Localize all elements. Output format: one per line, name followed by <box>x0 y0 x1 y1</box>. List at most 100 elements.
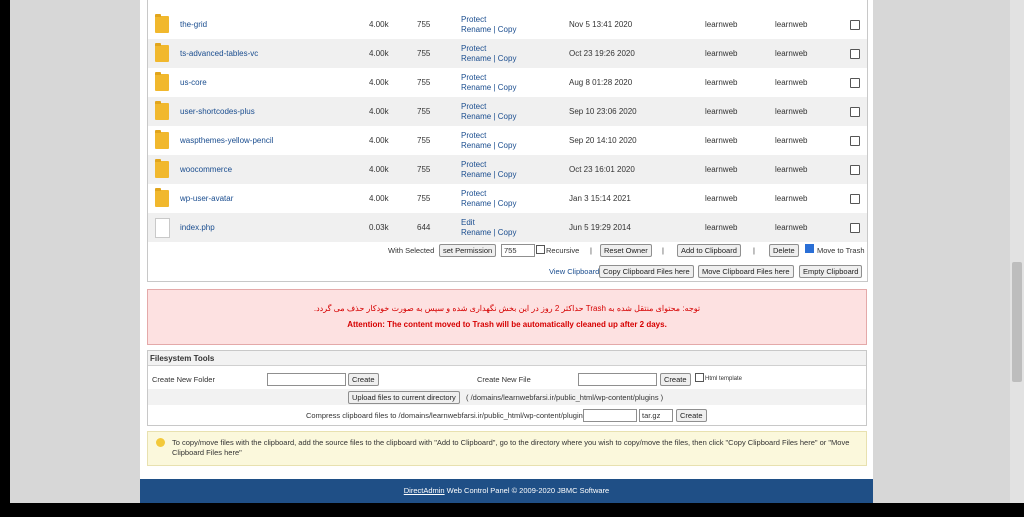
scrollbar-track[interactable] <box>1010 0 1024 503</box>
new-file-input[interactable] <box>578 373 657 386</box>
move-clipboard-files-button[interactable]: Move Clipboard Files here <box>698 265 794 278</box>
file-size: 4.00k <box>369 165 389 174</box>
file-date: Oct 23 19:26 2020 <box>569 49 635 58</box>
compress-label: Compress clipboard files to /domains/lea… <box>306 411 587 420</box>
file-icon <box>155 218 170 238</box>
protect-link[interactable]: Protect <box>461 189 486 198</box>
bottom-edge <box>0 503 1024 517</box>
file-size: 0.03k <box>369 223 389 232</box>
file-permission[interactable]: 755 <box>417 39 430 68</box>
file-permission[interactable]: 755 <box>417 184 430 213</box>
file-name-link[interactable]: waspthemes-yellow-pencil <box>180 126 273 155</box>
recursive-checkbox[interactable] <box>536 245 545 254</box>
file-permission[interactable]: 644 <box>417 213 430 242</box>
file-name-link[interactable]: ts-advanced-tables-vc <box>180 39 258 68</box>
copy-clipboard-files-button[interactable]: Copy Clipboard Files here <box>599 265 694 278</box>
file-actions: Protect Rename | Copy <box>461 102 517 121</box>
copy-link[interactable]: Copy <box>498 170 517 179</box>
new-folder-input[interactable] <box>267 373 346 386</box>
create-file-button[interactable]: Create <box>660 373 691 386</box>
file-owner: learnweb <box>705 165 738 174</box>
copy-link[interactable]: Copy <box>498 112 517 121</box>
file-permission[interactable]: 755 <box>417 10 430 39</box>
rename-link[interactable]: Rename <box>461 83 491 92</box>
table-row: the-grid 4.00k 755 Protect Rename | Copy … <box>148 10 867 39</box>
file-permission[interactable]: 755 <box>417 68 430 97</box>
file-permission[interactable]: 755 <box>417 97 430 126</box>
compress-format-select[interactable]: tar.gz <box>639 409 673 422</box>
move-to-trash-checkbox[interactable] <box>805 244 814 253</box>
left-edge <box>0 0 10 517</box>
compress-name-input[interactable] <box>583 409 637 422</box>
folder-icon <box>155 43 169 62</box>
scrollbar-thumb[interactable] <box>1012 262 1022 382</box>
copy-link[interactable]: Copy <box>498 54 517 63</box>
rename-link[interactable]: Rename <box>461 170 491 179</box>
trash-warning-box: توجه: محتوای منتقل شده به Trash حداکثر 2… <box>147 289 867 345</box>
file-name-link[interactable]: woocommerce <box>180 155 232 184</box>
file-owner: learnweb <box>705 49 738 58</box>
reset-owner-button[interactable]: Reset Owner <box>600 244 652 257</box>
row-checkbox[interactable] <box>850 165 860 175</box>
file-group: learnweb <box>775 223 808 232</box>
file-name-link[interactable]: us-core <box>180 68 207 97</box>
copy-link[interactable]: Copy <box>498 199 517 208</box>
warning-text-en: Attention: The content moved to Trash wi… <box>347 320 667 329</box>
protect-link[interactable]: Protect <box>461 73 486 82</box>
edit-link[interactable]: Edit <box>461 218 475 227</box>
copy-link[interactable]: Copy <box>498 25 517 34</box>
file-permission[interactable]: 755 <box>417 155 430 184</box>
clipboard-tip: To copy/move files with the clipboard, a… <box>147 431 867 466</box>
table-row: wp-user-avatar 4.00k 755 Protect Rename |… <box>148 184 867 213</box>
row-checkbox[interactable] <box>850 78 860 88</box>
rename-link[interactable]: Rename <box>461 141 491 150</box>
file-name-link[interactable]: wp-user-avatar <box>180 184 233 213</box>
row-checkbox[interactable] <box>850 194 860 204</box>
protect-link[interactable]: Protect <box>461 15 486 24</box>
current-path: ( /domains/learnwebfarsi.ir/public_html/… <box>466 393 664 402</box>
copy-link[interactable]: Copy <box>498 83 517 92</box>
copy-link[interactable]: Copy <box>498 141 517 150</box>
permission-input[interactable]: 755 <box>501 244 535 257</box>
file-actions: Protect Rename | Copy <box>461 15 517 34</box>
file-group: learnweb <box>775 194 808 203</box>
rename-link[interactable]: Rename <box>461 112 491 121</box>
file-size: 4.00k <box>369 49 389 58</box>
copy-link[interactable]: Copy <box>498 228 517 237</box>
file-permission[interactable]: 755 <box>417 126 430 155</box>
row-checkbox[interactable] <box>850 20 860 30</box>
protect-link[interactable]: Protect <box>461 131 486 140</box>
file-name-link[interactable]: user-shortcodes-plus <box>180 97 255 126</box>
row-checkbox[interactable] <box>850 136 860 146</box>
directadmin-link[interactable]: DirectAdmin <box>404 486 445 495</box>
file-name-link[interactable]: index.php <box>180 213 215 242</box>
table-row: user-shortcodes-plus 4.00k 755 Protect Re… <box>148 97 867 126</box>
upload-files-button[interactable]: Upload files to current directory <box>348 391 460 404</box>
file-actions: Edit Rename | Copy <box>461 218 517 237</box>
row-checkbox[interactable] <box>850 49 860 59</box>
file-actions: Protect Rename | Copy <box>461 44 517 63</box>
compress-create-button[interactable]: Create <box>676 409 707 422</box>
tip-text: To copy/move files with the clipboard, a… <box>172 438 850 457</box>
view-clipboard-link[interactable]: View Clipboard <box>549 267 599 276</box>
delete-button[interactable]: Delete <box>769 244 799 257</box>
table-row: woocommerce 4.00k 755 Protect Rename | Co… <box>148 155 867 184</box>
rename-link[interactable]: Rename <box>461 54 491 63</box>
row-checkbox[interactable] <box>850 223 860 233</box>
create-folder-button[interactable]: Create <box>348 373 379 386</box>
set-permission-button[interactable]: set Permission <box>439 244 497 257</box>
warning-text-fa: توجه: محتوای منتقل شده به Trash حداکثر 2… <box>313 304 701 313</box>
empty-clipboard-button[interactable]: Empty Clipboard <box>799 265 863 278</box>
file-name-link[interactable]: the-grid <box>180 10 207 39</box>
add-to-clipboard-button[interactable]: Add to Clipboard <box>677 244 741 257</box>
row-checkbox[interactable] <box>850 107 860 117</box>
rename-link[interactable]: Rename <box>461 228 491 237</box>
rename-link[interactable]: Rename <box>461 199 491 208</box>
file-group: learnweb <box>775 20 808 29</box>
folder-icon <box>155 130 169 149</box>
protect-link[interactable]: Protect <box>461 102 486 111</box>
html-template-checkbox[interactable] <box>695 373 704 382</box>
rename-link[interactable]: Rename <box>461 25 491 34</box>
protect-link[interactable]: Protect <box>461 44 486 53</box>
protect-link[interactable]: Protect <box>461 160 486 169</box>
